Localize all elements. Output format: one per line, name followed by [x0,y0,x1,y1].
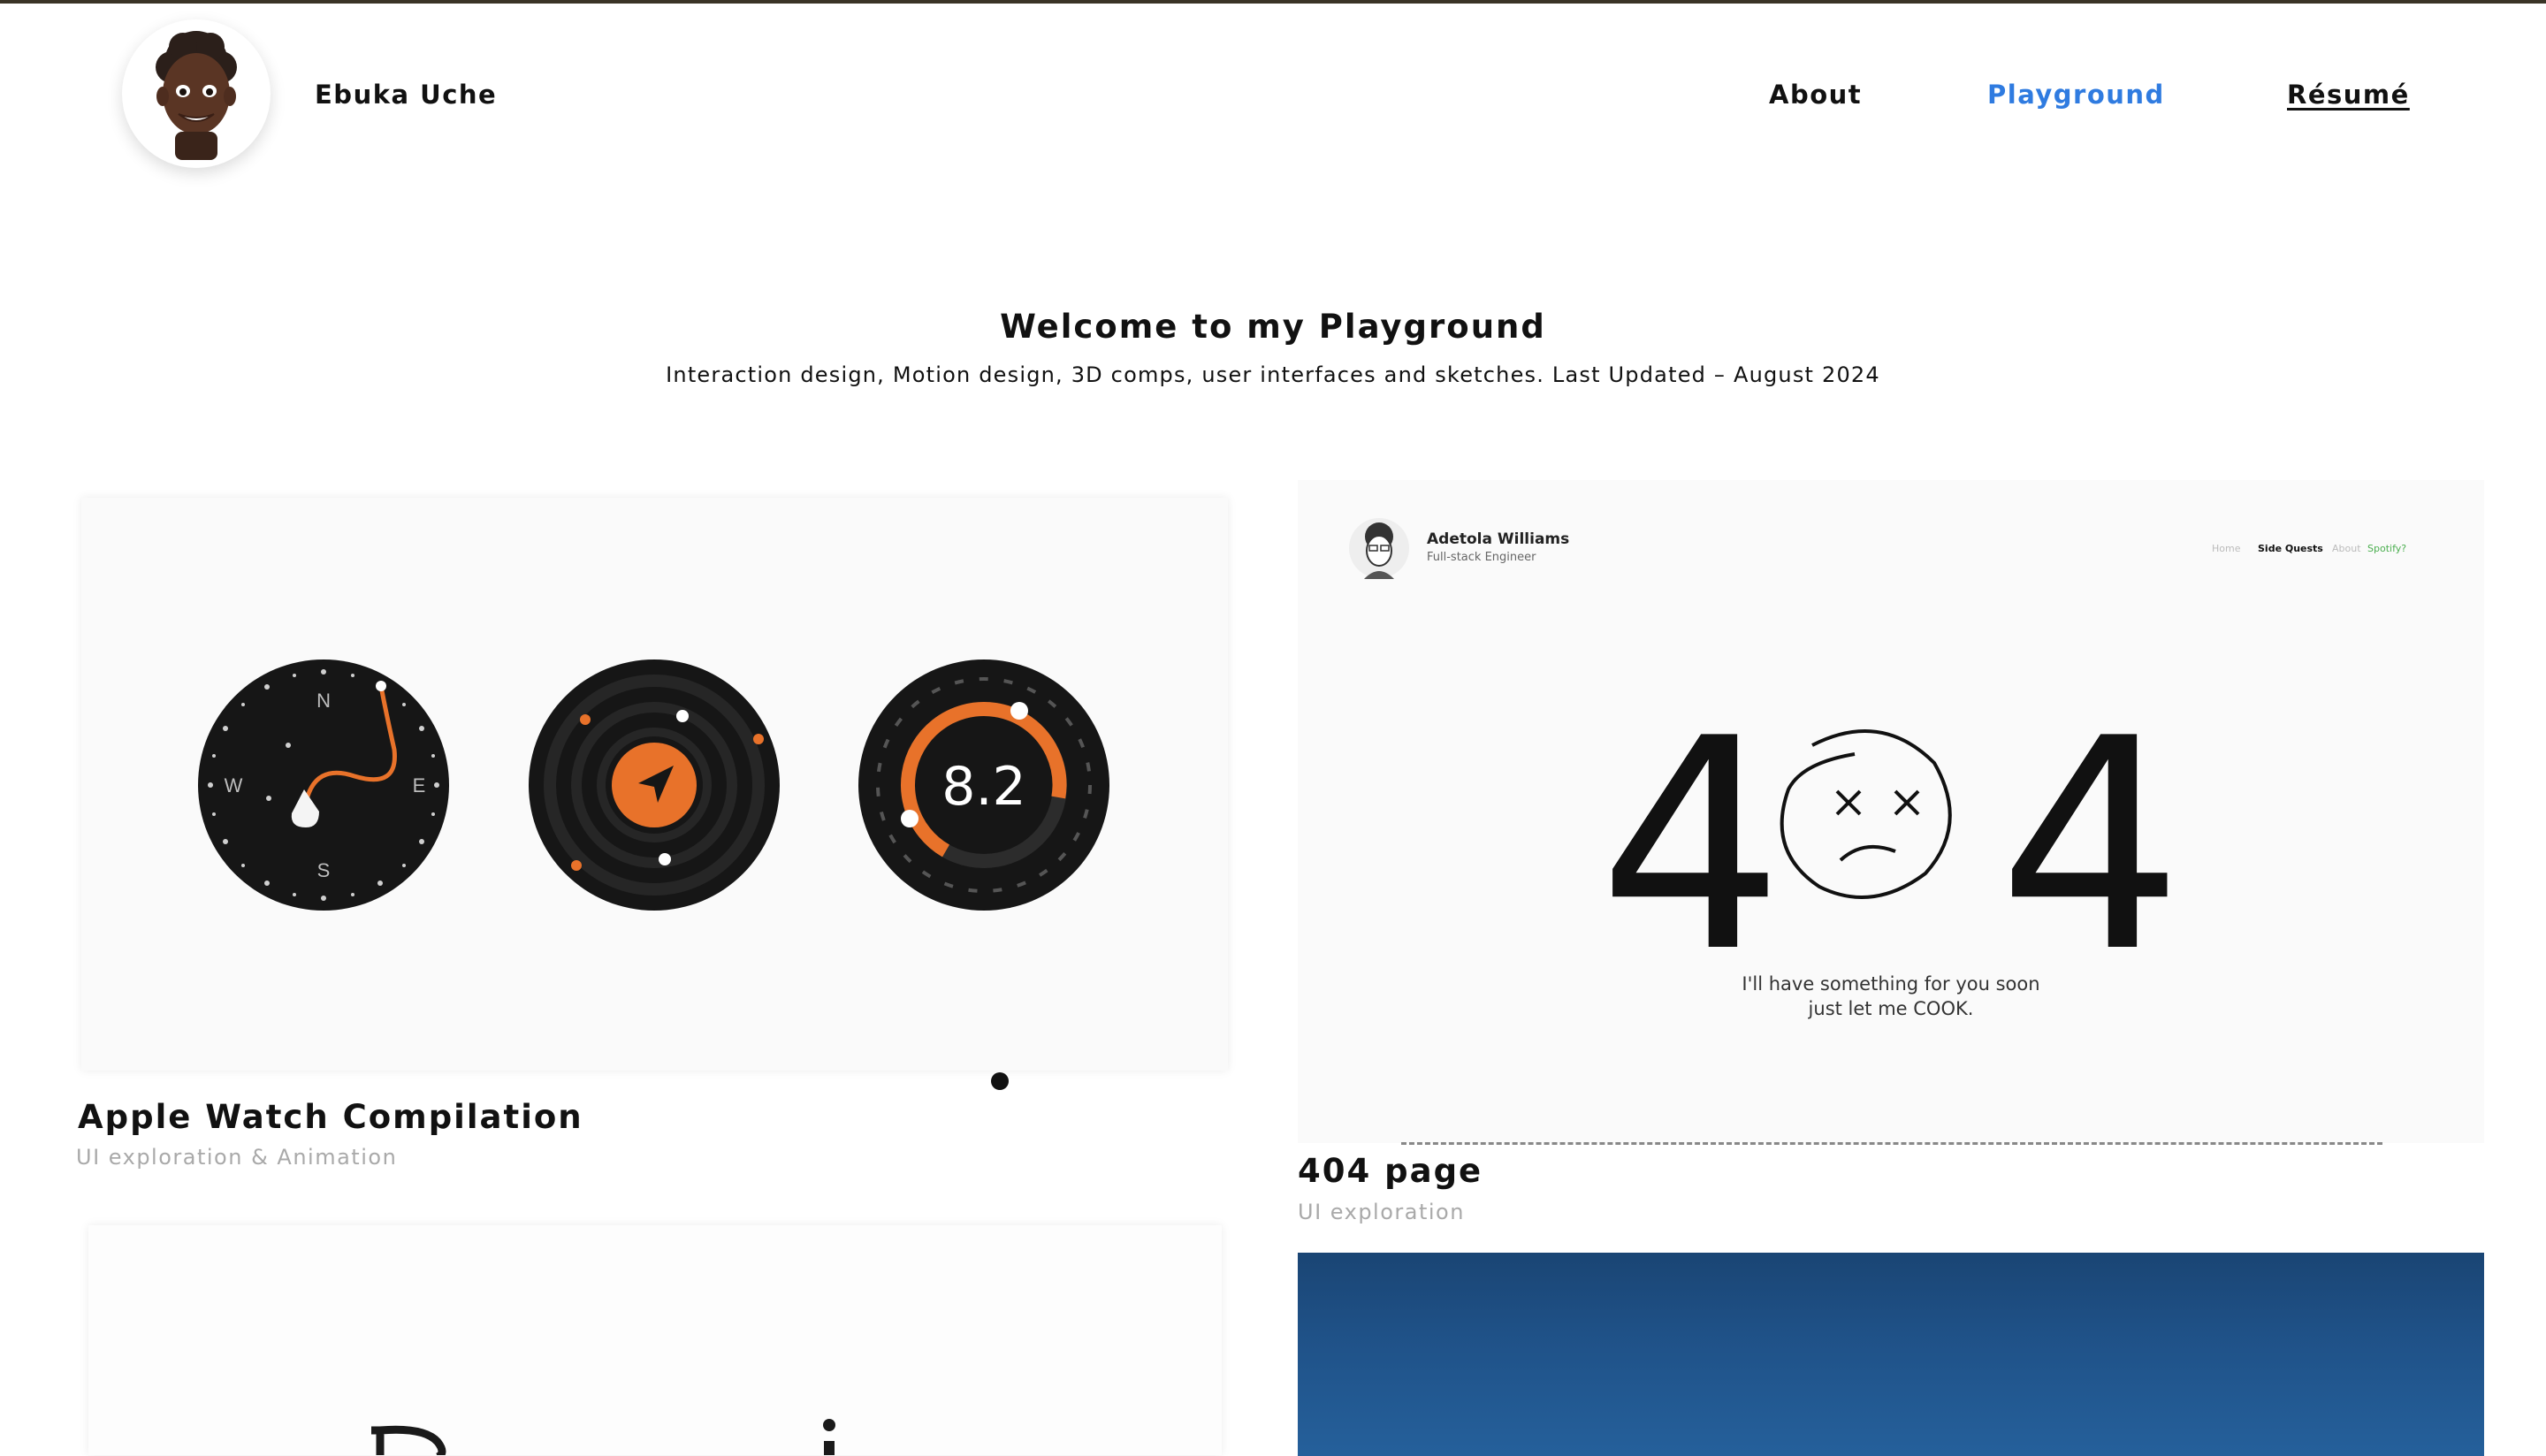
big-digit-left: 4 [1598,719,1784,984]
site-name[interactable]: Ebuka Uche [315,80,497,110]
compass-letter: E [413,774,426,797]
big-digit-right: 4 [1998,719,2184,984]
top-border [0,0,2546,4]
page-subtitle: Interaction design, Motion design, 3D co… [666,362,1880,387]
project-card-404[interactable]: Adetola Williams Full-stack Engineer Hom… [1298,480,2484,1143]
project-tags: UI exploration & Animation [76,1145,398,1170]
navigation-face [529,659,780,911]
big-404-graphic: 4 4 [1598,719,2184,984]
project-title[interactable]: 404 page [1298,1152,1483,1190]
dashed-divider [1401,1142,2382,1145]
mock-nav-home: Home [2212,543,2241,554]
mock-name: Adetola Williams [1427,530,1570,548]
project-card-typography[interactable] [88,1225,1222,1455]
mock-nav-side-quests: Side Quests [2258,543,2323,554]
project-tags: UI exploration [1298,1200,1465,1224]
compass-letter: S [317,859,331,881]
compass-letter: W [225,774,243,797]
nav-playground[interactable]: Playground [1987,80,2165,110]
avatar-memoji-icon [156,31,237,160]
mock-message-line1: I'll have something for you soon [1742,973,2040,995]
mini-avatar-icon [1349,518,1409,579]
nav-about[interactable]: About [1769,80,1862,110]
sad-face-icon [1780,729,1952,899]
mock-role: Full-stack Engineer [1427,551,1536,564]
nav-resume[interactable]: Résumé [2287,80,2410,110]
project-title[interactable]: Apple Watch Compilation [78,1098,583,1136]
serif-lettering-fragment [371,1419,835,1455]
watch-faces-illustration: N E S W 8.2 [198,659,1109,911]
score-face: 8.2 [858,659,1109,911]
project-card-blue[interactable] [1298,1253,2484,1456]
carousel-dot[interactable] [991,1072,1009,1090]
mock-nav-spotify: Spotify? [2367,543,2407,554]
page-title: Welcome to my Playground [1000,308,1546,346]
compass-letter: N [316,690,331,712]
project-card-apple-watch[interactable]: N E S W 8.2 [81,498,1228,1071]
compass-icon: N E S W [198,659,449,911]
avatar[interactable] [122,19,271,168]
watch-score: 8.2 [941,756,1025,818]
mock-message-line2: just let me COOK. [1808,998,1974,1019]
mock-nav-about: About [2332,543,2361,554]
